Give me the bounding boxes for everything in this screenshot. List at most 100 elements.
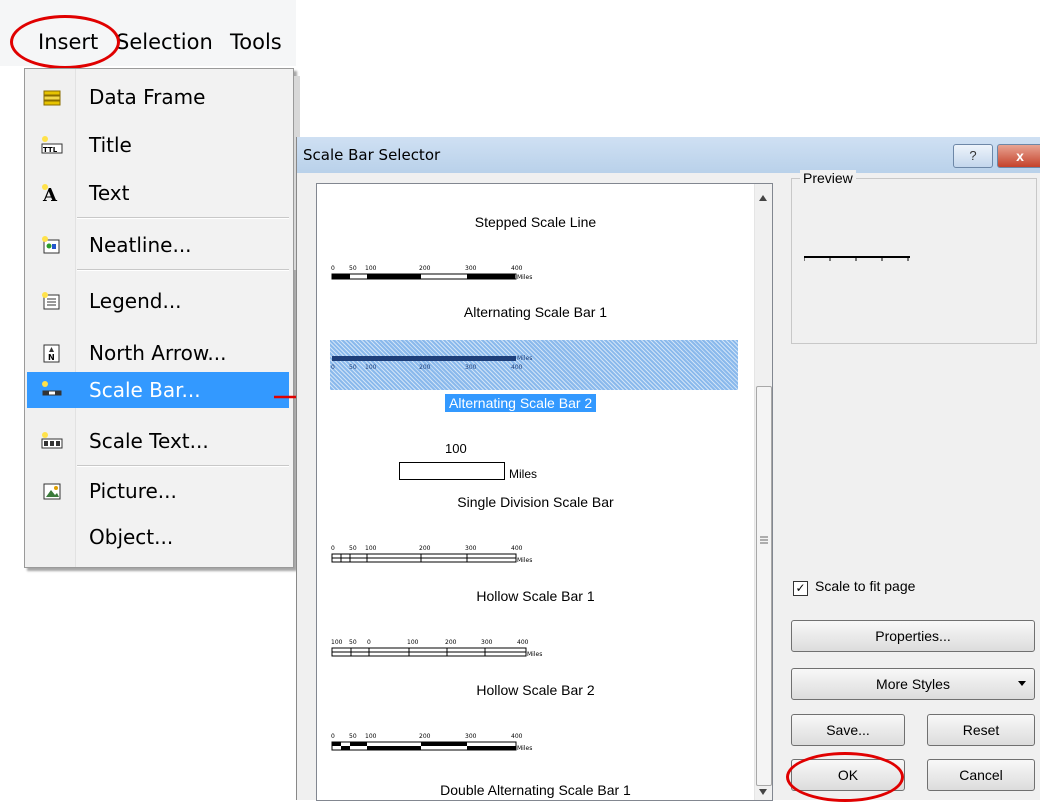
style-item-alternating-scale-bar-1[interactable]: Alternating Scale Bar 1 [317, 304, 754, 320]
menu-item-north-arrow[interactable]: N North Arrow... [27, 335, 289, 371]
svg-text:300: 300 [465, 545, 477, 552]
cancel-button[interactable]: Cancel [927, 759, 1035, 791]
svg-text:200: 200 [419, 545, 431, 552]
svg-text:200: 200 [419, 265, 431, 272]
menu-item-picture[interactable]: Picture... [27, 473, 289, 509]
menu-item-label: Scale Bar... [89, 378, 201, 402]
svg-text:Miles: Miles [517, 745, 532, 752]
style-item-stepped-scale-line[interactable]: Stepped Scale Line [317, 214, 754, 230]
hollow-scale-bar-1-sample[interactable]: 0 50 100 200 300 400 Miles [331, 542, 551, 566]
title-icon: TTL [41, 136, 63, 154]
style-list[interactable]: Stepped Scale Line 0 50 100 200 300 400 … [316, 183, 773, 801]
style-item-single-division-scale-bar[interactable]: Single Division Scale Bar [317, 494, 754, 510]
menu-selection[interactable]: Selection [116, 30, 213, 54]
menu-item-legend[interactable]: Legend... [27, 283, 289, 319]
north-arrow-icon: N [43, 344, 60, 363]
svg-text:Miles: Miles [517, 274, 532, 281]
menu-tools[interactable]: Tools [230, 30, 282, 54]
style-item-hollow-scale-bar-2[interactable]: Hollow Scale Bar 2 [317, 682, 754, 698]
menu-separator [77, 217, 289, 219]
svg-text:0: 0 [331, 545, 335, 552]
menu-item-title[interactable]: TTL Title [27, 127, 289, 163]
alternating-scale-bar-2-sample[interactable]: Miles 0 50 100 200 300 400 [331, 354, 551, 374]
legend-icon [42, 292, 60, 310]
properties-button[interactable]: Properties... [791, 620, 1035, 652]
menu-separator [77, 465, 289, 467]
neatline-icon [42, 236, 60, 254]
menu-item-scale-bar[interactable]: Scale Bar... [27, 372, 289, 408]
svg-text:400: 400 [511, 364, 523, 371]
style-item-alternating-scale-bar-2[interactable]: Alternating Scale Bar 2 [445, 394, 597, 412]
menu-separator [77, 269, 289, 271]
style-item-hollow-scale-bar-1[interactable]: Hollow Scale Bar 1 [317, 588, 754, 604]
svg-text:100: 100 [331, 639, 343, 646]
scroll-up-icon[interactable] [758, 194, 768, 202]
double-alternating-scale-bar-1-sample[interactable]: 0 50 100 200 300 400 Miles [331, 730, 551, 754]
svg-text:100: 100 [365, 265, 377, 272]
svg-text:200: 200 [445, 639, 457, 646]
svg-text:0: 0 [331, 265, 335, 272]
menu-item-object[interactable]: Object... [27, 519, 289, 555]
svg-text:50: 50 [349, 733, 357, 740]
menu-item-label: Object... [89, 525, 174, 549]
menu-item-scale-text[interactable]: Scale Text... [27, 423, 289, 459]
svg-text:400: 400 [511, 265, 523, 272]
svg-text:400: 400 [511, 733, 523, 740]
hollow-scale-bar-2-sample[interactable]: 100 50 0 100 200 300 400 Miles [331, 636, 551, 660]
svg-text:50: 50 [349, 545, 357, 552]
scale-bar-selector-dialog: Scale Bar Selector ? x Stepped Scale Lin… [296, 137, 1040, 801]
annotation-circle-ok [786, 752, 904, 802]
scale-text-icon [41, 432, 63, 449]
svg-text:100: 100 [365, 733, 377, 740]
insert-menu-dropdown: Data Frame TTL Title A Text Neatline... … [24, 68, 294, 568]
svg-text:200: 200 [419, 733, 431, 740]
single-division-bar[interactable] [399, 462, 505, 480]
menu-item-label: Title [89, 133, 132, 157]
svg-text:400: 400 [517, 639, 529, 646]
menu-item-label: Picture... [89, 479, 177, 503]
dialog-title-bar: Scale Bar Selector ? x [297, 137, 1040, 173]
svg-text:0: 0 [331, 364, 335, 371]
help-icon: ? [969, 148, 977, 163]
svg-text:300: 300 [481, 639, 493, 646]
data-frame-icon [43, 90, 61, 106]
preview-group [791, 178, 1037, 344]
scale-bar-icon [42, 381, 62, 396]
preview-label: Preview [800, 170, 856, 186]
dropdown-arrow-icon [1018, 681, 1026, 686]
help-button[interactable]: ? [953, 144, 993, 168]
menu-item-label: Legend... [89, 289, 182, 313]
svg-text:0: 0 [367, 639, 371, 646]
more-styles-button[interactable]: More Styles [791, 668, 1035, 700]
scale-to-fit-checkbox[interactable]: ✓ [793, 581, 808, 596]
grip-icon [760, 536, 768, 544]
svg-text:0: 0 [331, 733, 335, 740]
svg-text:N: N [48, 353, 55, 362]
menu-item-neatline[interactable]: Neatline... [27, 227, 289, 263]
menu-item-label: Neatline... [89, 233, 192, 257]
svg-text:50: 50 [349, 364, 357, 371]
scrollbar-thumb[interactable] [756, 386, 772, 786]
scroll-down-icon[interactable] [758, 788, 768, 796]
style-item-double-alternating-scale-bar-1[interactable]: Double Alternating Scale Bar 1 [317, 782, 754, 798]
single-division-unit: Miles [509, 467, 538, 481]
svg-text:300: 300 [465, 265, 477, 272]
reset-button[interactable]: Reset [927, 714, 1035, 746]
menu-item-label: Scale Text... [89, 429, 209, 453]
svg-text:100: 100 [407, 639, 419, 646]
single-division-value: 100 [445, 441, 467, 456]
alternating-scale-bar-1-sample[interactable]: 0 50 100 200 300 400 Miles [331, 262, 551, 286]
svg-text:Miles: Miles [517, 557, 532, 564]
dialog-title: Scale Bar Selector [303, 146, 441, 164]
scale-to-fit-label: Scale to fit page [815, 578, 916, 594]
close-button[interactable]: x [997, 144, 1040, 168]
svg-text:300: 300 [465, 733, 477, 740]
menu-item-label: North Arrow... [89, 341, 227, 365]
text-icon: A [42, 184, 58, 203]
svg-text:Miles: Miles [517, 355, 532, 362]
svg-text:100: 100 [365, 364, 377, 371]
menu-item-data-frame[interactable]: Data Frame [27, 79, 289, 115]
svg-text:Miles: Miles [527, 651, 542, 658]
save-button[interactable]: Save... [791, 714, 905, 746]
menu-item-text[interactable]: A Text [27, 175, 289, 211]
